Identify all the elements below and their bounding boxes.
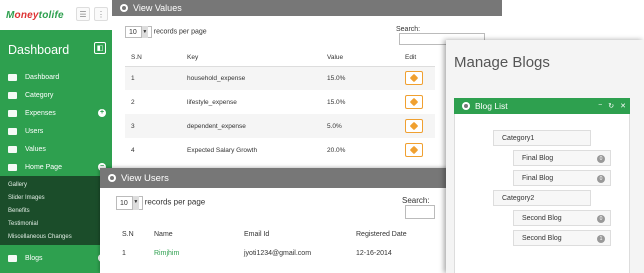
search-label: Search: (396, 26, 421, 33)
expenses-icon (8, 109, 17, 117)
count-badge: 1 (597, 235, 605, 243)
sidebar-item-home-page[interactable]: Home Page − (0, 158, 112, 176)
column-header: Edit (399, 50, 435, 67)
pencil-icon (409, 74, 419, 83)
sidebar-item-dashboard[interactable]: Dashboard (0, 68, 112, 86)
home-page-submenu: Gallery Slider Images Benefits Testimoni… (0, 176, 112, 245)
category-item[interactable]: Category1 (493, 130, 591, 146)
view-values-title: View Values (133, 3, 182, 13)
chevron-down-icon: ▼ (140, 26, 148, 38)
search-input[interactable] (405, 205, 435, 219)
table-row: 2 lifestyle_expense 15.0% (125, 90, 435, 114)
submenu-item-gallery[interactable]: Gallery (0, 178, 112, 191)
sidebar-item-category[interactable]: Category (0, 86, 112, 104)
column-header[interactable]: S.N (125, 50, 181, 67)
view-users-header: View Users (100, 168, 452, 188)
page-size-select[interactable]: 10 ▼ (116, 196, 143, 210)
refresh-icon[interactable]: ↻ (608, 102, 614, 110)
column-header[interactable]: Key (181, 50, 321, 67)
blog-item[interactable]: Final Blog 0 (513, 150, 611, 166)
menu-icon[interactable]: ☰ (76, 7, 90, 21)
expand-icon[interactable]: + (98, 109, 106, 117)
count-badge: 0 (597, 155, 605, 163)
count-badge: 0 (597, 215, 605, 223)
view-values-panel: View Values 10 ▼ records per page Search:… (112, 0, 502, 170)
edit-button[interactable] (405, 119, 423, 133)
count-badge: 0 (597, 175, 605, 183)
circle-icon (120, 4, 128, 12)
blog-list-title: Blog List (475, 101, 508, 111)
list-icon (462, 102, 470, 110)
edit-button[interactable] (405, 143, 423, 157)
sidebar-item-users[interactable]: Users (0, 122, 112, 140)
minimize-icon[interactable]: − (598, 102, 602, 110)
view-users-title: View Users (121, 172, 169, 184)
edit-button[interactable] (405, 71, 423, 86)
top-bar: Moneytolife ☰ ⋮ (0, 0, 112, 30)
logo[interactable]: Moneytolife (6, 10, 64, 21)
collapse-sidebar-icon[interactable]: ◧ (94, 42, 106, 54)
monitor-icon (8, 163, 17, 171)
table-row: 1 household_expense 15.0% (125, 66, 435, 90)
user-name-link[interactable]: Rimjhim (148, 242, 238, 264)
sidebar-item-expenses[interactable]: Expenses + (0, 104, 112, 122)
blog-item[interactable]: Final Blog 0 (513, 170, 611, 186)
blog-list-body: Category1 Final Blog 0 Final Blog 0 Cate… (454, 114, 630, 273)
more-icon[interactable]: ⋮ (94, 7, 108, 21)
manage-blogs-panel: Manage Blogs Blog List − ↻ ✕ Category1 F… (446, 40, 644, 273)
sidebar-item-blogs[interactable]: Blogs+ (0, 249, 112, 267)
edit-button[interactable] (405, 95, 423, 109)
blog-item[interactable]: Second Blog 1 (513, 230, 611, 246)
view-users-panel: View Users 10 ▼ records per page Search: … (100, 168, 452, 273)
category-item[interactable]: Category2 (493, 190, 591, 206)
pencil-icon (409, 145, 419, 155)
circle-icon (108, 174, 116, 182)
blog-icon (8, 254, 17, 262)
column-header[interactable]: Name (148, 226, 238, 242)
column-header[interactable]: Email Id (238, 226, 350, 242)
column-header[interactable]: S.N (116, 226, 148, 242)
records-label: records per page (144, 197, 206, 207)
users-icon (8, 127, 17, 135)
values-table: S.N Key Value Edit 1 household_expense 1… (125, 50, 435, 162)
sidebar-heading: Dashboard ◧ (0, 30, 112, 68)
table-header-row: S.N Key Value Edit (125, 50, 435, 67)
close-icon[interactable]: ✕ (620, 102, 626, 110)
submenu-item-slider-images[interactable]: Slider Images (0, 191, 112, 204)
table-row: 3 dependent_expense 5.0% (125, 114, 435, 138)
page-size-control: 10 ▼ records per page (125, 26, 207, 38)
page-title: Manage Blogs (454, 54, 550, 71)
pencil-icon (409, 97, 419, 107)
submenu-item-benefits[interactable]: Benefits (0, 204, 112, 217)
submenu-item-miscellaneous-changes[interactable]: Miscellaneous Changes (0, 230, 112, 243)
records-label: records per page (153, 28, 207, 36)
list-icon (8, 91, 17, 99)
values-icon (8, 145, 17, 153)
sidebar: Moneytolife ☰ ⋮ Dashboard ◧ Dashboard Ca… (0, 0, 112, 273)
search-control: Search: (402, 196, 452, 219)
blog-item[interactable]: Second Blog 0 (513, 210, 611, 226)
page-size-control: 10 ▼ records per page (116, 196, 205, 210)
page-size-select[interactable]: 10 ▼ (125, 26, 152, 38)
table-row: 4 Expected Salary Growth 20.0% (125, 138, 435, 162)
users-table: S.N Name Email Id Registered Date 1 Rimj… (116, 226, 436, 264)
dashboard-icon (8, 73, 17, 81)
table-header-row: S.N Name Email Id Registered Date (116, 226, 436, 242)
column-header[interactable]: Registered Date (350, 226, 436, 242)
chevron-down-icon: ▼ (131, 196, 139, 210)
pencil-icon (409, 121, 419, 131)
sidebar-title: Dashboard (8, 43, 70, 57)
column-header[interactable]: Value (321, 50, 399, 67)
search-label: Search: (402, 196, 430, 205)
sidebar-item-values[interactable]: Values (0, 140, 112, 158)
submenu-item-testimonial[interactable]: Testimonial (0, 217, 112, 230)
table-row: 1 Rimjhim jyoti1234@gmail.com 12-16-2014 (116, 242, 436, 264)
view-values-header: View Values (112, 0, 502, 16)
blog-list-header: Blog List − ↻ ✕ (454, 98, 630, 114)
